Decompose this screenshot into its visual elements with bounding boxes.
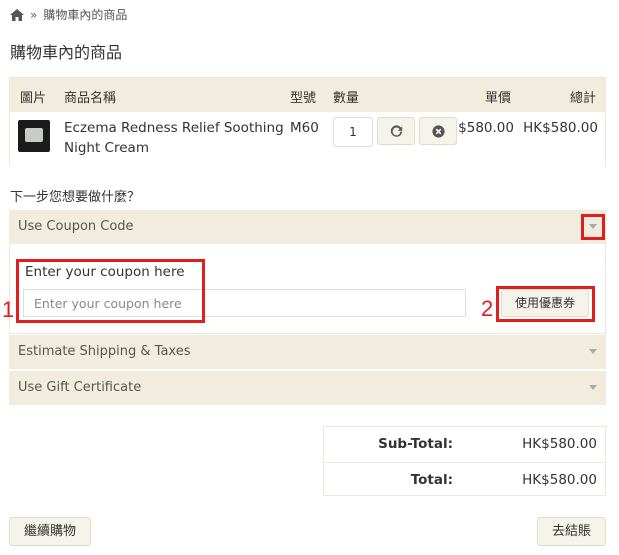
next-step-heading: 下一步您想要做什麼？ [10,190,141,205]
annotation-number-1: 1 [2,297,15,322]
highlight-box-caret [581,214,605,240]
annotation-number-2: 2 [481,296,494,321]
total-row: Total: HK$580.00 [324,462,605,497]
line-total: HK$580.00 [523,120,598,136]
subtotal-label: Sub-Total: [378,436,453,452]
update-quantity-button[interactable] [377,117,415,145]
header-name: 商品名稱 [64,91,117,106]
gift-panel-title[interactable]: Use Gift Certificate [18,380,141,395]
quantity-input[interactable]: 1 [333,117,373,147]
shipping-panel-header[interactable]: Estimate Shipping & Taxes [9,335,606,369]
total-label: Total: [410,472,453,488]
header-quantity: 數量 [333,91,360,106]
refresh-icon [390,124,402,137]
caret-down-icon[interactable] [589,349,597,354]
product-model: M60 [290,120,319,136]
page-title: 購物車內的商品 [10,43,123,62]
cart-table: 圖片 商品名稱 型號 數量 單價 總計 Eczema Redness Relie… [9,77,606,167]
totals-table: Sub-Total: HK$580.00 Total: HK$580.00 [323,426,606,496]
unit-price: HK$580.00 [458,120,514,136]
table-row: Eczema Redness Relief Soothing Night Cre… [10,112,605,167]
header-image: 圖片 [20,91,47,106]
remove-item-button[interactable] [419,117,457,145]
coupon-panel-title[interactable]: Use Coupon Code [18,219,134,234]
home-icon[interactable] [10,8,24,21]
breadcrumb-current[interactable]: 購物車內的商品 [43,6,127,23]
caret-down-icon[interactable] [589,385,597,390]
product-thumbnail[interactable] [18,120,50,152]
breadcrumb-separator: » [30,7,38,22]
remove-icon [431,124,445,138]
continue-shopping-button[interactable]: 繼續購物 [9,517,91,546]
subtotal-row: Sub-Total: HK$580.00 [324,427,605,462]
gift-panel-header[interactable]: Use Gift Certificate [9,371,606,405]
header-model: 型號 [290,91,317,106]
header-total: 總計 [570,91,597,106]
product-name-link[interactable]: Eczema Redness Relief Soothing Night Cre… [64,118,284,158]
header-unit-price: 單價 [485,91,512,106]
checkout-button[interactable]: 去結賬 [537,517,606,546]
cart-table-header: 圖片 商品名稱 型號 數量 單價 總計 [10,78,605,112]
total-value: HK$580.00 [522,472,597,488]
highlight-box-apply [496,286,595,322]
coupon-panel-header[interactable]: Use Coupon Code [9,210,606,244]
shipping-panel-title[interactable]: Estimate Shipping & Taxes [18,344,191,359]
highlight-box-coupon [16,259,205,323]
breadcrumb: » 購物車內的商品 [10,6,127,23]
subtotal-value: HK$580.00 [522,436,597,452]
